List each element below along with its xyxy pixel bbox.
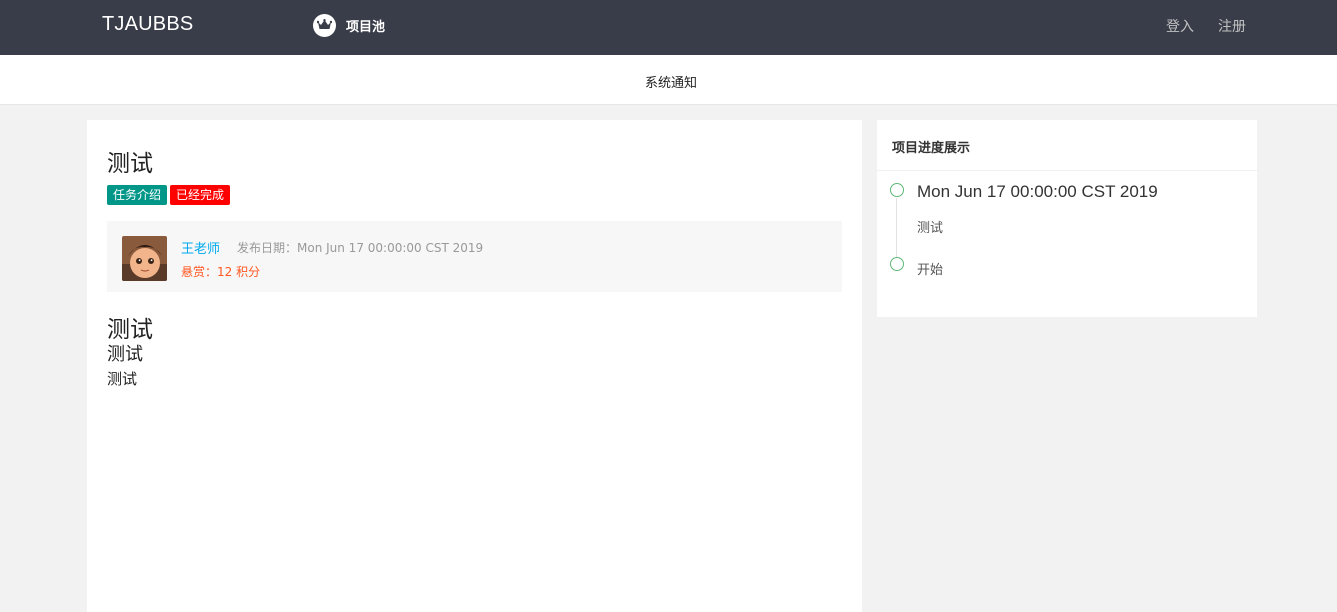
site-logo[interactable]: TJAUBBS bbox=[102, 13, 193, 36]
timeline-dot-icon bbox=[890, 183, 904, 197]
progress-card-header: 项目进度展示 bbox=[877, 120, 1257, 171]
timeline-item-date: Mon Jun 17 00:00:00 CST 2019 bbox=[917, 182, 1158, 201]
badge-completed: 已经完成 bbox=[170, 185, 231, 205]
timeline-dot-icon bbox=[890, 257, 904, 271]
post-title: 测试 bbox=[107, 151, 153, 177]
top-navbar: TJAUBBS 项目池 登入 注册 bbox=[0, 0, 1337, 55]
post-meta: 王老师 发布日期：Mon Jun 17 00:00:00 CST 2019 悬赏… bbox=[107, 221, 842, 292]
notice-bar: 系统通知 bbox=[0, 55, 1337, 105]
timeline-item-text: 测试 bbox=[917, 221, 944, 236]
progress-card-title: 项目进度展示 bbox=[892, 141, 971, 156]
content-paragraph: 测试 bbox=[107, 370, 138, 388]
avatar[interactable] bbox=[122, 236, 167, 281]
nav-project-pool-label: 项目池 bbox=[346, 19, 386, 35]
content-heading-2: 测试 bbox=[107, 344, 143, 365]
badge-task-intro: 任务介绍 bbox=[107, 185, 168, 205]
timeline-item-text: 开始 bbox=[917, 263, 944, 278]
publish-date: 发布日期：Mon Jun 17 00:00:00 CST 2019 bbox=[237, 241, 484, 255]
post-badges: 任务介绍 已经完成 bbox=[107, 185, 233, 205]
login-link[interactable]: 登入 bbox=[1166, 16, 1194, 36]
register-link[interactable]: 注册 bbox=[1218, 16, 1246, 36]
post-detail-card: 测试 任务介绍 已经完成 王老师 发布日期：Mon Jun 17 00:00:0… bbox=[87, 120, 862, 612]
author-link[interactable]: 王老师 bbox=[181, 238, 220, 257]
crown-icon bbox=[313, 13, 336, 37]
system-notice-link[interactable]: 系统通知 bbox=[0, 72, 1337, 91]
nav-project-pool[interactable]: 项目池 bbox=[313, 13, 385, 37]
progress-card: 项目进度展示 Mon Jun 17 00:00:00 CST 2019 测试 开… bbox=[877, 120, 1257, 317]
content-heading-1: 测试 bbox=[107, 317, 153, 343]
timeline-axis bbox=[896, 198, 897, 262]
reward-points: 悬赏：12 积分 bbox=[181, 265, 261, 279]
